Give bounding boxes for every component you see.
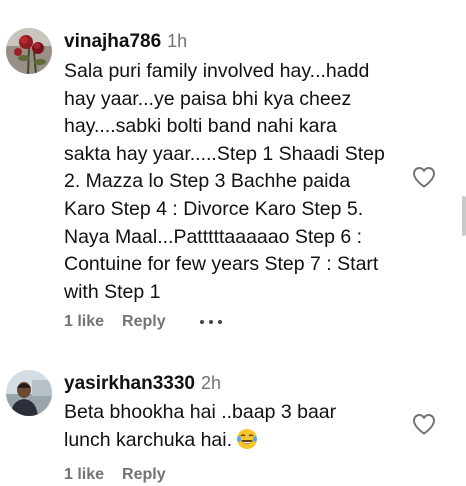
- like-count[interactable]: 1 like: [64, 313, 104, 331]
- comment-header: vinajha786 1h: [64, 31, 187, 53]
- reply-button[interactable]: Reply: [122, 466, 166, 484]
- heart-icon[interactable]: [412, 413, 436, 435]
- comment-text-content: Beta bhookha hai ..baap 3 baar lunch kar…: [64, 401, 337, 451]
- timestamp: 1h: [167, 31, 188, 51]
- comment-header: yasirkhan3330 2h: [64, 373, 221, 395]
- heart-icon[interactable]: [412, 166, 436, 188]
- comment-text: Sala puri family involved hay...hadd hay…: [64, 60, 385, 303]
- avatar[interactable]: [6, 28, 52, 74]
- comment-actions: 1 like Reply: [64, 313, 222, 331]
- more-options-icon[interactable]: [199, 320, 222, 324]
- comment-text: Beta bhookha hai ..baap 3 baar lunch kar…: [64, 399, 404, 458]
- comment-actions: 1 like Reply: [64, 466, 166, 484]
- like-count[interactable]: 1 like: [64, 466, 104, 484]
- scrollbar-thumb[interactable]: [462, 196, 466, 236]
- comment-item: vinajha786 1h Sala puri family involved …: [0, 0, 466, 350]
- avatar[interactable]: [6, 370, 52, 416]
- username[interactable]: vinajha786: [64, 31, 161, 53]
- reply-button[interactable]: Reply: [122, 313, 166, 331]
- username[interactable]: yasirkhan3330: [64, 373, 195, 395]
- timestamp: 2h: [201, 373, 222, 393]
- laughing-crying-emoji-icon: [236, 428, 258, 459]
- comment-item: yasirkhan3330 2h Beta bhookha hai ..baap…: [0, 356, 466, 486]
